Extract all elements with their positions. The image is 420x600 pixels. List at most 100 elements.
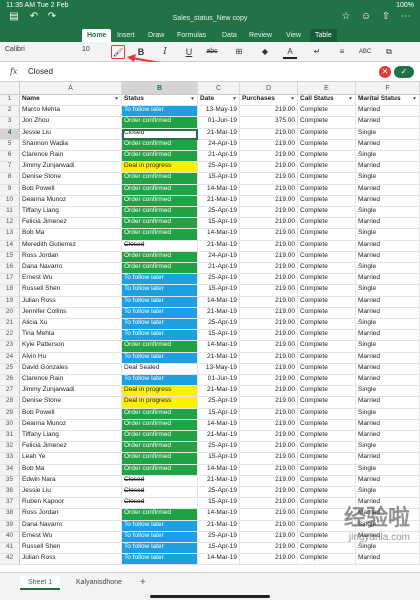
row-header[interactable]: 40 bbox=[0, 531, 20, 543]
table-cell[interactable]: 15-Apr-19 bbox=[198, 543, 240, 555]
table-cell[interactable]: 21-Apr-19 bbox=[198, 263, 240, 275]
table-cell[interactable]: 219.00 bbox=[240, 296, 298, 308]
table-cell[interactable]: Russell Shen bbox=[20, 543, 122, 555]
status-cell[interactable]: To follow later bbox=[122, 375, 198, 387]
table-cell[interactable]: 14-Mar-19 bbox=[198, 184, 240, 196]
table-cell[interactable]: Denise Stone bbox=[20, 173, 122, 185]
row-header[interactable]: 33 bbox=[0, 453, 20, 465]
row-header[interactable]: 9 bbox=[0, 184, 20, 196]
table-cell[interactable]: 219.00 bbox=[240, 106, 298, 118]
filter-dropdown-icon[interactable]: ▼ bbox=[190, 96, 195, 102]
table-cell[interactable]: 219.00 bbox=[240, 397, 298, 409]
row-header[interactable]: 20 bbox=[0, 307, 20, 319]
table-cell[interactable]: 219.00 bbox=[240, 184, 298, 196]
table-cell[interactable]: 219.00 bbox=[240, 487, 298, 499]
table-cell[interactable]: Complete bbox=[298, 375, 356, 387]
table-cell[interactable]: Married bbox=[356, 554, 420, 566]
sheet-tab-2[interactable]: Kalyanisdhone bbox=[68, 576, 130, 590]
table-cell[interactable]: Ernest Wu bbox=[20, 274, 122, 286]
tab-data[interactable]: Data bbox=[217, 29, 242, 42]
table-cell[interactable]: Meredith Gutierrez bbox=[20, 240, 122, 252]
table-cell[interactable]: 21-Mar-19 bbox=[198, 386, 240, 398]
table-cell[interactable]: Complete bbox=[298, 195, 356, 207]
table-cell[interactable]: 219.00 bbox=[240, 151, 298, 163]
underline-icon[interactable]: U bbox=[182, 45, 196, 59]
table-cell[interactable]: 219.00 bbox=[240, 375, 298, 387]
table-cell[interactable]: Complete bbox=[298, 106, 356, 118]
table-cell[interactable]: Denise Stone bbox=[20, 397, 122, 409]
table-cell[interactable]: 219.00 bbox=[240, 442, 298, 454]
table-cell[interactable]: Married bbox=[356, 240, 420, 252]
status-cell[interactable]: To follow later bbox=[122, 296, 198, 308]
table-cell[interactable]: Jimmy Zunjarwadi bbox=[20, 162, 122, 174]
row-header[interactable]: 17 bbox=[0, 274, 20, 286]
table-cell[interactable]: Complete bbox=[298, 117, 356, 129]
row-header[interactable]: 35 bbox=[0, 475, 20, 487]
row-header[interactable]: 5 bbox=[0, 139, 20, 151]
table-cell[interactable]: 21-Mar-19 bbox=[198, 431, 240, 443]
table-cell[interactable]: Married bbox=[356, 419, 420, 431]
status-cell[interactable]: Order confirmed bbox=[122, 408, 198, 420]
table-cell[interactable]: 219.00 bbox=[240, 274, 298, 286]
row-header[interactable]: 7 bbox=[0, 162, 20, 174]
table-cell[interactable]: 219.00 bbox=[240, 520, 298, 532]
table-cell[interactable]: Complete bbox=[298, 307, 356, 319]
status-cell[interactable]: To follow later bbox=[122, 307, 198, 319]
status-cell[interactable]: Order confirmed bbox=[122, 442, 198, 454]
table-cell[interactable]: 14-Mar-19 bbox=[198, 464, 240, 476]
table-cell[interactable]: 15-Apr-19 bbox=[198, 498, 240, 510]
table-cell[interactable]: Complete bbox=[298, 475, 356, 487]
table-cell[interactable]: Deanna Munoz bbox=[20, 419, 122, 431]
table-cell[interactable]: Felicia Jimenez bbox=[20, 218, 122, 230]
table-cell[interactable]: Ruben Kapoor bbox=[20, 498, 122, 510]
table-cell[interactable]: 219.00 bbox=[240, 139, 298, 151]
row-header[interactable]: 12 bbox=[0, 218, 20, 230]
table-cell[interactable]: Complete bbox=[298, 251, 356, 263]
table-cell[interactable]: Tiffany Liang bbox=[20, 207, 122, 219]
table-cell[interactable]: Married bbox=[356, 330, 420, 342]
row-header[interactable]: 1 bbox=[0, 95, 20, 107]
wrap-text-icon[interactable]: ↵ bbox=[310, 45, 324, 59]
table-cell[interactable]: Julian Ross bbox=[20, 296, 122, 308]
row-header[interactable]: 3 bbox=[0, 117, 20, 129]
table-cell[interactable]: Complete bbox=[298, 274, 356, 286]
table-cell[interactable]: Complete bbox=[298, 229, 356, 241]
table-cell[interactable]: 375.00 bbox=[240, 117, 298, 129]
table-cell[interactable]: 219.00 bbox=[240, 128, 298, 140]
table-cell[interactable]: 14-Mar-19 bbox=[198, 341, 240, 353]
table-cell[interactable]: 219.00 bbox=[240, 363, 298, 375]
table-cell[interactable]: 14-Mar-19 bbox=[198, 419, 240, 431]
row-header[interactable]: 13 bbox=[0, 229, 20, 241]
table-cell[interactable]: Single bbox=[356, 319, 420, 331]
table-cell[interactable]: Complete bbox=[298, 173, 356, 185]
table-cell[interactable]: 219.00 bbox=[240, 475, 298, 487]
tab-formulas[interactable]: Formulas bbox=[172, 29, 211, 42]
table-cell[interactable]: Complete bbox=[298, 363, 356, 375]
table-header-cell[interactable]: Purchases ▼ bbox=[240, 95, 298, 107]
status-cell[interactable]: Order confirmed bbox=[122, 341, 198, 353]
table-cell[interactable]: Russell Shen bbox=[20, 285, 122, 297]
sheet-tab-1[interactable]: Sheet 1 bbox=[20, 576, 61, 590]
filter-dropdown-icon[interactable]: ▼ bbox=[114, 96, 119, 102]
column-header-d[interactable]: D bbox=[240, 82, 298, 95]
table-cell[interactable]: Complete bbox=[298, 397, 356, 409]
table-cell[interactable]: 219.00 bbox=[240, 307, 298, 319]
table-cell[interactable]: 25-Apr-19 bbox=[198, 442, 240, 454]
row-header[interactable]: 14 bbox=[0, 240, 20, 252]
table-cell[interactable]: 219.00 bbox=[240, 319, 298, 331]
row-header[interactable]: 36 bbox=[0, 487, 20, 499]
table-cell[interactable]: 15-Apr-19 bbox=[198, 330, 240, 342]
table-cell[interactable]: Single bbox=[356, 151, 420, 163]
table-cell[interactable]: Alvin Hu bbox=[20, 352, 122, 364]
table-cell[interactable]: Single bbox=[356, 408, 420, 420]
status-cell[interactable]: To follow later bbox=[122, 106, 198, 118]
row-header[interactable]: 37 bbox=[0, 498, 20, 510]
column-header-f[interactable]: F bbox=[356, 82, 420, 95]
borders-icon[interactable]: ⊞ bbox=[232, 45, 246, 59]
table-cell[interactable]: Married bbox=[356, 162, 420, 174]
table-cell[interactable]: Single bbox=[356, 173, 420, 185]
table-cell[interactable]: Married bbox=[356, 453, 420, 465]
table-cell[interactable]: Complete bbox=[298, 543, 356, 555]
status-cell[interactable]: To follow later bbox=[122, 274, 198, 286]
row-header[interactable]: 32 bbox=[0, 442, 20, 454]
